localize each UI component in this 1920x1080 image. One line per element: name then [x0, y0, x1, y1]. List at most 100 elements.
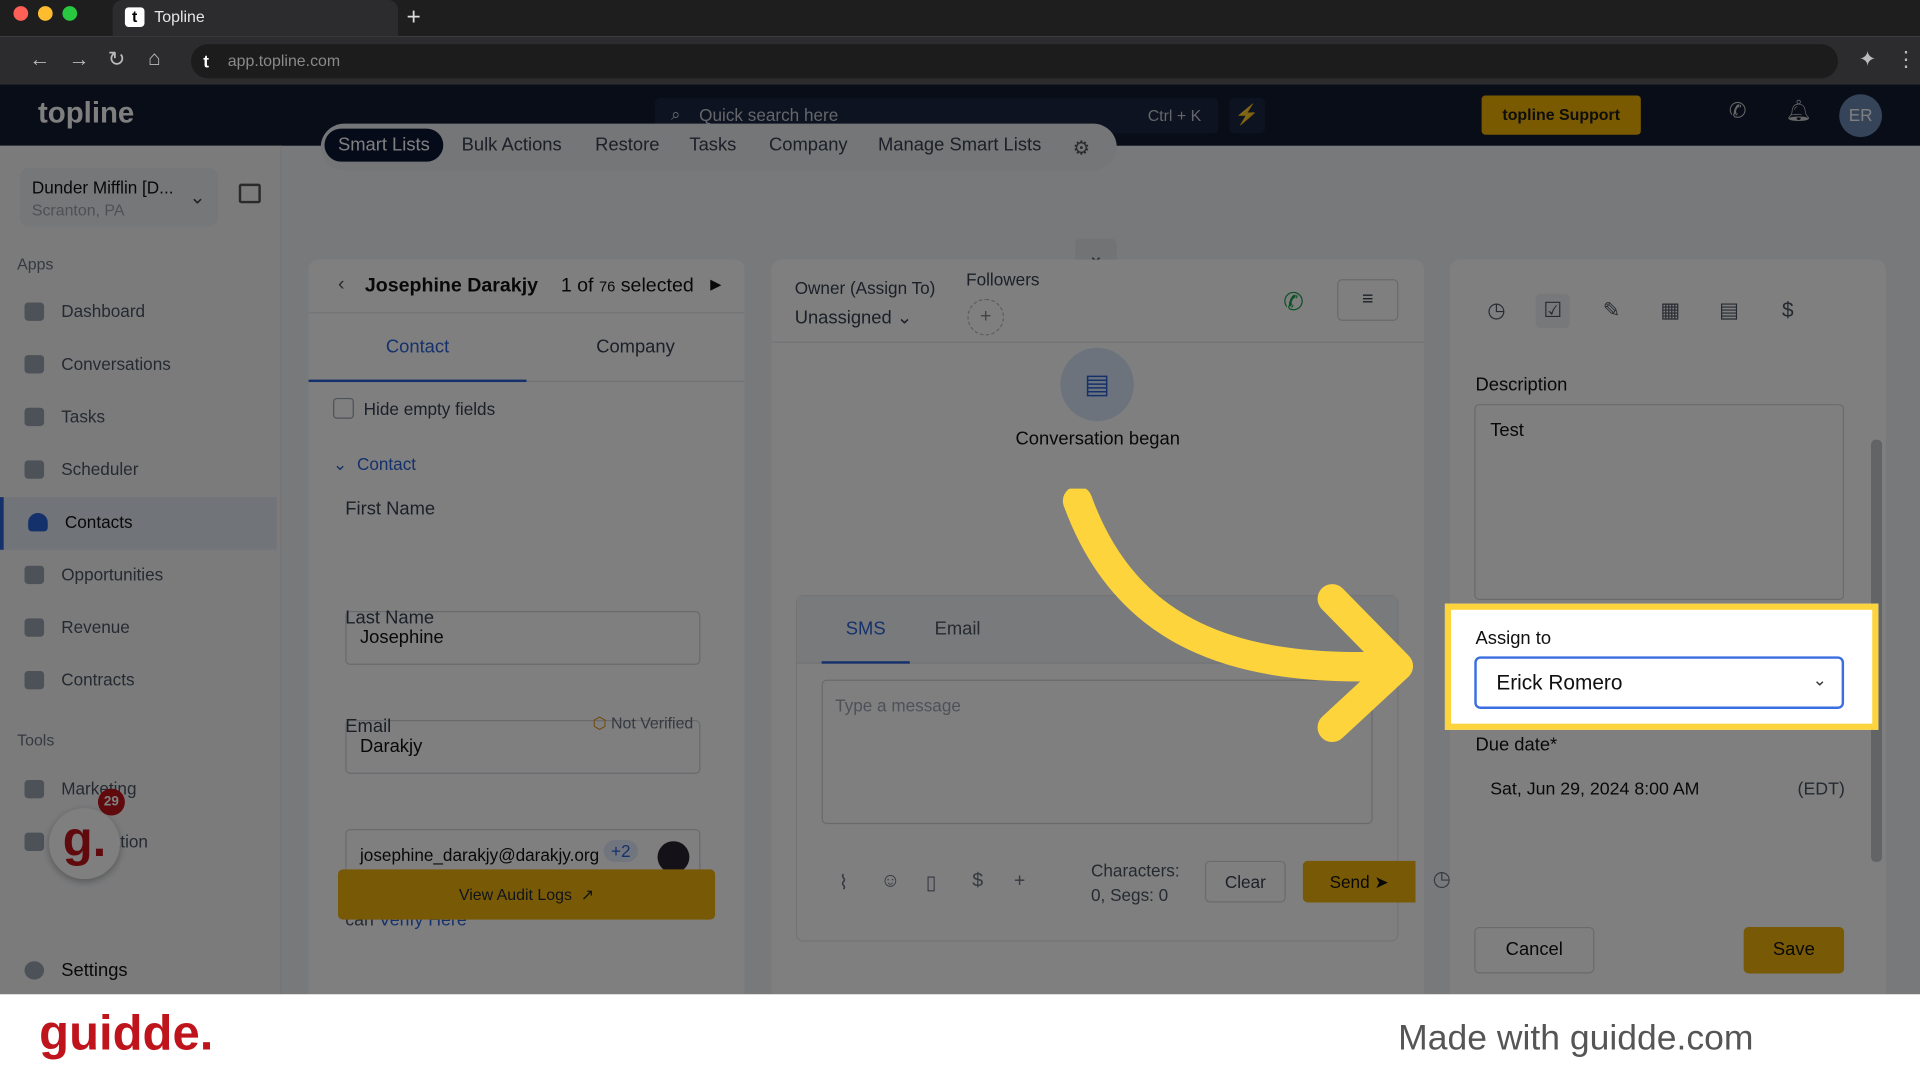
maximize-window-button[interactable] [62, 6, 78, 21]
next-contact-icon[interactable]: ▶ [710, 276, 721, 293]
minimize-window-button[interactable] [37, 6, 53, 21]
bell-icon[interactable]: 🔔︎ [1783, 99, 1815, 131]
contact-section-toggle[interactable]: ⌄ Contact [333, 454, 416, 475]
tab-contact[interactable]: Contact [308, 313, 527, 383]
new-tab-button[interactable]: + [407, 4, 421, 32]
menu-icon[interactable]: ⋮ [1896, 48, 1917, 72]
sidebar-item-contacts[interactable]: Contacts [0, 497, 277, 550]
sidebar-item-contracts[interactable]: Contracts [0, 655, 277, 708]
template-icon[interactable]: ▯ [926, 871, 937, 895]
browser-tab[interactable]: t Topline [112, 0, 398, 37]
favicon-icon: t [124, 7, 145, 27]
chevron-down-icon: ⌄ [189, 187, 206, 209]
chat-icon: ▤ [1060, 347, 1134, 422]
hide-empty-label: Hide empty fields [363, 399, 496, 419]
clear-button[interactable]: Clear [1204, 860, 1286, 903]
home-icon[interactable]: ⌂ [148, 47, 161, 71]
sidebar-item-tasks[interactable]: Tasks [0, 392, 277, 445]
add-icon[interactable]: + [1014, 871, 1025, 893]
forward-icon[interactable]: → [69, 48, 90, 72]
app: topline ⌕ Quick search here Ctrl + K ⚡ top… [0, 84, 1920, 995]
support-button[interactable]: topline Support [1481, 95, 1641, 135]
tab-company[interactable]: Company [769, 135, 848, 156]
chevron-down-icon: ⌄ [896, 307, 913, 329]
due-date-value[interactable]: Sat, Jun 29, 2024 8:00 AM [1490, 780, 1699, 800]
back-chevron-icon[interactable]: ‹ [338, 274, 345, 296]
settings-gear-icon[interactable]: ⚙ [1073, 136, 1091, 160]
document-icon[interactable]: ▤ [1712, 294, 1746, 328]
send-button[interactable]: Send ➤ [1302, 860, 1416, 903]
history-icon[interactable]: ◷ [1479, 294, 1513, 328]
hide-empty-checkbox[interactable] [333, 397, 354, 419]
location-sub: Scranton, PA [31, 200, 125, 220]
sidebar-item-opportunities[interactable]: Opportunities [0, 550, 277, 603]
save-button[interactable]: Save [1743, 926, 1845, 974]
task-icon[interactable]: ☑ [1535, 293, 1570, 329]
collapse-sidebar-icon[interactable] [238, 183, 261, 204]
apps-label: Apps [17, 254, 54, 274]
tab-manage-smart-lists[interactable]: Manage Smart Lists [878, 135, 1041, 156]
sidebar: Dunder Mifflin [D... Scranton, PA ⌄ Apps D… [0, 145, 282, 995]
tab-bulk-actions[interactable]: Bulk Actions [462, 135, 562, 156]
pencil-icon[interactable]: ✎ [1594, 294, 1628, 328]
tab-tasks[interactable]: Tasks [689, 135, 736, 156]
selection-prefix: 1 of [560, 275, 594, 297]
browser-tab-bar: t Topline + [0, 0, 1920, 37]
contact-name: Josephine Darakjy [364, 275, 539, 297]
dashboard-icon [24, 302, 45, 321]
cancel-button[interactable]: Cancel [1474, 926, 1595, 974]
tab-company[interactable]: Company [526, 313, 745, 383]
assign-to-dropdown[interactable]: Erick Romero ⌄ [1474, 656, 1845, 709]
selection-total: 76 [598, 277, 616, 296]
phone-icon[interactable]: ✆ [1722, 99, 1754, 131]
email-extra-badge[interactable]: +2 [603, 840, 638, 863]
attachment-icon[interactable]: ⌇ [839, 871, 849, 895]
search-icon: ⌕ [671, 104, 681, 124]
view-audit-logs-button[interactable]: View Audit Logs ↗ [337, 869, 716, 920]
emoji-icon[interactable]: ☺ [880, 871, 900, 893]
back-icon[interactable]: ← [29, 48, 50, 72]
tab-email[interactable]: Email [920, 596, 996, 663]
avatar[interactable]: ER [1839, 94, 1883, 138]
sidebar-item-automation[interactable]: Automation [0, 817, 277, 870]
notification-count-badge: 29 [97, 788, 125, 816]
assign-to-value: Erick Romero [1496, 671, 1623, 695]
tab-smart-lists[interactable]: Smart Lists [324, 128, 444, 162]
location-switcher[interactable]: Dunder Mifflin [D... Scranton, PA ⌄ [19, 167, 218, 227]
character-count: Characters: 0, Segs: 0 [1091, 858, 1180, 907]
calendar-icon[interactable]: ▦ [1653, 294, 1687, 328]
extensions-icon[interactable]: ✦ [1859, 48, 1876, 72]
reload-icon[interactable]: ↻ [108, 48, 125, 72]
sidebar-item-dashboard[interactable]: Dashboard [0, 287, 277, 340]
sidebar-item-settings[interactable]: Settings [0, 945, 277, 994]
sidebar-item-label: Contacts [64, 511, 133, 532]
send-icon: ➤ [1374, 871, 1389, 892]
tab-sms[interactable]: SMS [821, 596, 910, 664]
chars-value: 0, Segs: 0 [1091, 885, 1169, 905]
sidebar-item-revenue[interactable]: Revenue [0, 602, 277, 655]
dollar-icon[interactable]: $ [972, 871, 983, 893]
assign-to-label: Assign to [1475, 628, 1552, 649]
close-window-button[interactable] [13, 6, 29, 21]
url-field[interactable]: t app.topline.com [191, 44, 1838, 79]
guidde-widget[interactable]: g. [48, 808, 121, 880]
email-value: josephine_darakjy@darakjy.org [360, 844, 600, 865]
gears-icon [24, 832, 45, 852]
dollar-icon[interactable]: $ [1771, 294, 1805, 328]
owner-dropdown[interactable]: Unassigned ⌄ [795, 306, 913, 328]
lightning-icon[interactable]: ⚡ [1229, 97, 1265, 134]
tab-restore[interactable]: Restore [595, 135, 659, 156]
description-field[interactable]: Test [1474, 404, 1845, 601]
megaphone-icon [24, 780, 45, 799]
filter-icon[interactable]: ≡ [1337, 279, 1399, 321]
call-icon[interactable]: ✆ [1283, 287, 1304, 318]
sidebar-item-marketing[interactable]: Marketing [0, 764, 277, 817]
url-text: app.topline.com [227, 51, 341, 70]
tools-label: Tools [17, 731, 55, 750]
sidebar-item-conversations[interactable]: Conversations [0, 339, 277, 392]
schedule-icon[interactable]: ◷ [1433, 867, 1451, 891]
sidebar-item-scheduler[interactable]: Scheduler [0, 444, 277, 497]
sidebar-item-label: Dashboard [61, 301, 146, 321]
add-follower-button[interactable]: + [967, 298, 1005, 336]
gear-icon [24, 961, 45, 980]
